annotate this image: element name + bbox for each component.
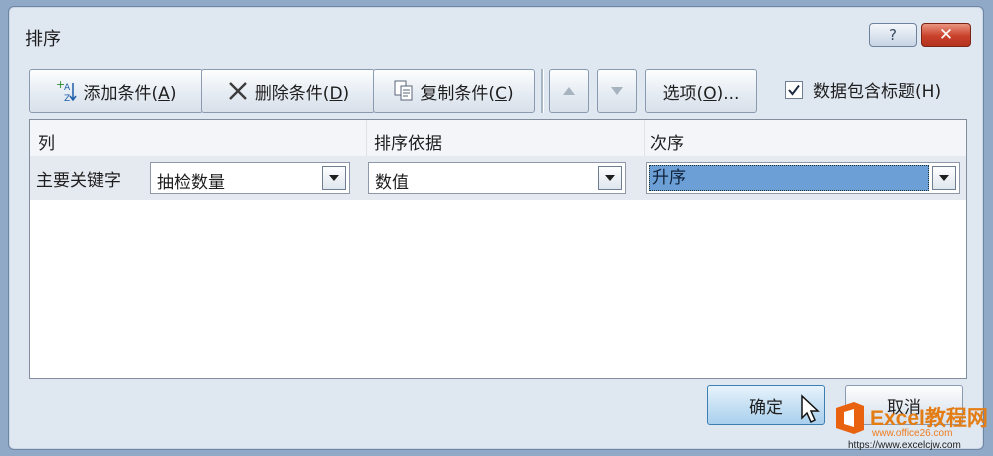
move-down-button[interactable] xyxy=(597,69,637,113)
mouse-cursor-icon xyxy=(801,394,820,424)
copy-icon xyxy=(394,80,413,101)
help-button[interactable]: ? xyxy=(869,23,917,47)
options-label: 选项(O)... xyxy=(662,83,740,104)
add-level-icon: + A Z xyxy=(56,79,77,103)
order-select[interactable]: 升序 xyxy=(646,162,960,194)
sort-on-select-value: 数值 xyxy=(375,173,409,193)
help-icon: ? xyxy=(889,26,897,44)
grid-header: 列 排序依据 次序 xyxy=(30,120,966,157)
chevron-down-icon xyxy=(605,175,615,181)
office-logo-icon xyxy=(836,402,864,434)
dialog-title: 排序 xyxy=(25,29,61,50)
triangle-up-icon xyxy=(563,87,575,95)
column-header-order: 次序 xyxy=(650,134,684,154)
watermark: Excel教程网 www.office26.com https://www.ex… xyxy=(832,400,988,452)
sort-on-select[interactable]: 数值 xyxy=(368,162,626,194)
sort-level-row[interactable]: 主要关键字 抽检数量 数值 升序 xyxy=(30,156,966,200)
add-condition-label: 添加条件(A) xyxy=(83,83,177,104)
add-condition-button[interactable]: + A Z 添加条件(A) xyxy=(29,69,203,113)
close-button[interactable]: ✕ xyxy=(921,23,971,47)
copy-condition-button[interactable]: 复制条件(C) xyxy=(373,69,535,113)
chevron-down-icon xyxy=(939,175,949,181)
header-checkbox[interactable] xyxy=(785,80,803,99)
primary-key-label: 主要关键字 xyxy=(36,171,121,191)
header-divider xyxy=(644,120,645,156)
order-dropdown-button[interactable] xyxy=(932,166,956,190)
column-header-column: 列 xyxy=(38,134,55,154)
title-bar: 排序 ? ✕ xyxy=(9,7,983,59)
header-checkbox-row[interactable]: 数据包含标题(H) xyxy=(785,77,941,102)
sort-levels-grid: 列 排序依据 次序 主要关键字 抽检数量 数值 升序 xyxy=(29,119,967,379)
delete-condition-button[interactable]: 删除条件(D) xyxy=(201,69,375,113)
close-icon: ✕ xyxy=(938,25,954,45)
column-select[interactable]: 抽检数量 xyxy=(150,162,350,194)
watermark-site: www.office26.com xyxy=(872,428,953,439)
order-select-value: 升序 xyxy=(649,165,929,191)
svg-text:A: A xyxy=(64,83,71,93)
watermark-url: https://www.excelcjw.com xyxy=(848,440,961,451)
header-checkbox-label: 数据包含标题(H) xyxy=(813,82,942,102)
checkmark-icon xyxy=(788,84,800,96)
column-select-value: 抽检数量 xyxy=(157,173,225,193)
column-header-sort-on: 排序依据 xyxy=(374,134,442,154)
sort-on-dropdown-button[interactable] xyxy=(598,166,622,190)
copy-condition-label: 复制条件(C) xyxy=(420,83,514,104)
header-divider xyxy=(366,120,367,156)
delete-icon xyxy=(228,82,247,100)
triangle-down-icon xyxy=(611,87,623,95)
svg-text:Z: Z xyxy=(64,94,70,103)
options-button[interactable]: 选项(O)... xyxy=(645,69,757,113)
move-up-button[interactable] xyxy=(549,69,589,113)
column-dropdown-button[interactable] xyxy=(322,166,346,190)
chevron-down-icon xyxy=(329,175,339,181)
delete-condition-label: 删除条件(D) xyxy=(254,83,350,104)
sort-dialog: 排序 ? ✕ + A Z 添加条件(A) 删除条件(D) 复制条件(C) 选项(… xyxy=(8,6,984,450)
toolbar-separator xyxy=(541,69,544,113)
